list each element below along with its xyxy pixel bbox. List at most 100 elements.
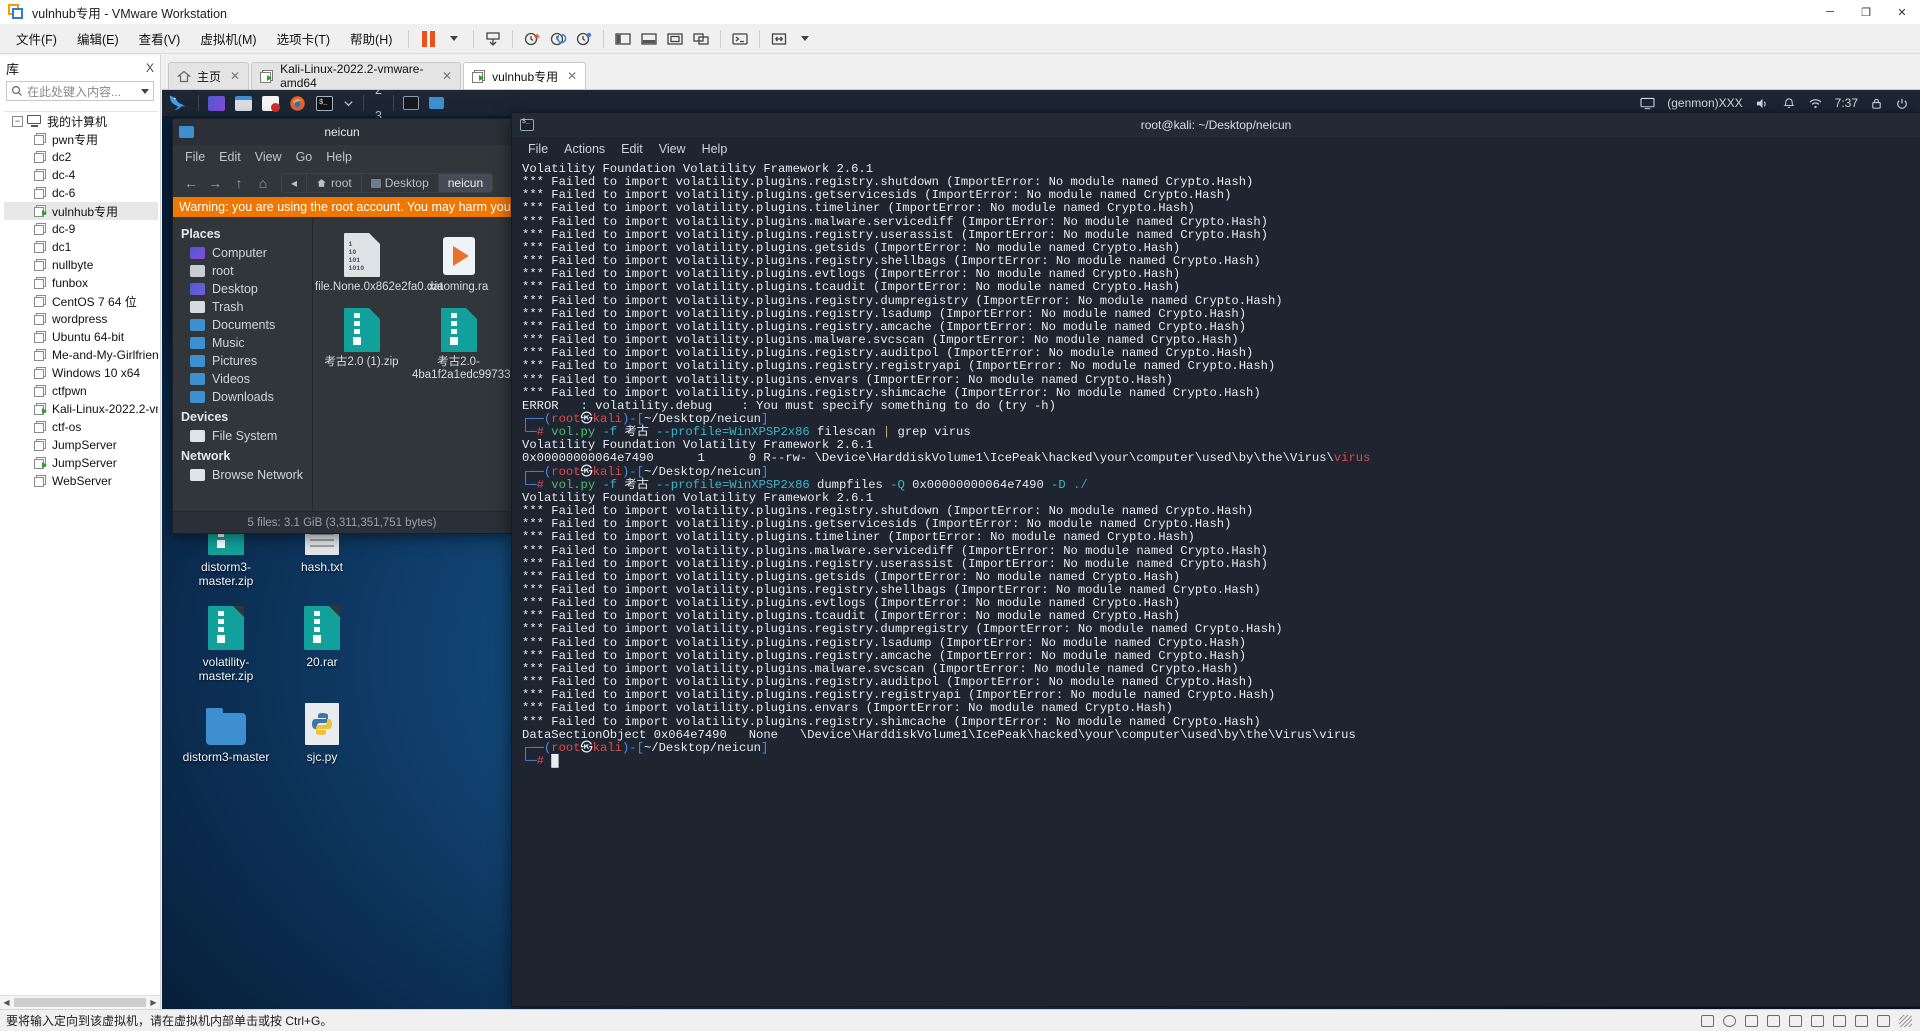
term-menu-edit[interactable]: Edit bbox=[621, 142, 643, 156]
terminal-output[interactable]: Volatility Foundation Volatility Framewo… bbox=[512, 161, 1920, 1006]
usb-icon[interactable] bbox=[1811, 1014, 1824, 1027]
stretch-caret-icon[interactable] bbox=[792, 28, 818, 50]
vm-tab[interactable]: vulnhub专用 ✕ bbox=[463, 62, 587, 89]
library-vm-item[interactable]: Me-and-My-Girlfriend bbox=[4, 346, 158, 364]
snapshot-take-icon[interactable] bbox=[519, 28, 545, 50]
forward-icon[interactable]: → bbox=[205, 175, 225, 191]
unity-icon[interactable] bbox=[688, 28, 714, 50]
file-list[interactable]: 1 10 101 1010 file.None.0x862e2fa0.dat xia… bbox=[313, 217, 511, 511]
vm-tab[interactable]: 主页 ✕ bbox=[168, 62, 250, 89]
file-item[interactable]: xiaoming.ra bbox=[410, 225, 507, 300]
library-vm-item[interactable]: JumpServer bbox=[4, 436, 158, 454]
tree-expander-icon[interactable]: − bbox=[12, 115, 23, 127]
stretch-icon[interactable] bbox=[766, 28, 792, 50]
library-close-button[interactable]: X bbox=[146, 61, 154, 75]
file-manager-navbar[interactable]: ← → ↑ ⌂ ◂ root Desktop neicun bbox=[173, 169, 511, 197]
statusbar-device-icons[interactable] bbox=[1701, 1014, 1920, 1027]
usb2-icon[interactable] bbox=[1833, 1014, 1846, 1027]
resize-handle-icon[interactable] bbox=[1899, 1014, 1912, 1027]
file-item[interactable]: 考古2.0-4ba1f2a1edc99733583b600779.7z bbox=[410, 300, 511, 388]
file-item[interactable]: 1 10 101 1010 file.None.0x862e2fa0.dat bbox=[313, 225, 443, 300]
library-vm-item[interactable]: dc-6 bbox=[4, 184, 158, 202]
breadcrumb-item[interactable]: ◂ bbox=[282, 174, 308, 192]
menu-edit[interactable]: 编辑(E) bbox=[67, 25, 129, 52]
file-manager-titlebar[interactable]: neicun bbox=[173, 119, 511, 145]
menu-tabs[interactable]: 选项卡(T) bbox=[267, 25, 340, 52]
close-button[interactable]: ✕ bbox=[1884, 0, 1920, 24]
places-item[interactable]: Desktop bbox=[181, 280, 312, 298]
library-search-box[interactable]: 在此处键入内容... bbox=[6, 81, 154, 101]
library-vm-item[interactable]: wordpress bbox=[4, 310, 158, 328]
file-item[interactable]: 考古2.0 (1).zip bbox=[313, 300, 410, 388]
library-vm-item[interactable]: vulnhub专用 bbox=[4, 202, 158, 220]
library-tree[interactable]: − 我的计算机 pwn专用 dc2 dc-4 dc-6 vulnhub专用 dc-9 dc1… bbox=[4, 111, 158, 989]
library-vm-item[interactable]: pwn专用 bbox=[4, 130, 158, 148]
places-item[interactable]: Browse Network bbox=[181, 466, 312, 484]
term-menu-file[interactable]: File bbox=[528, 142, 548, 156]
desktop-icon[interactable]: 20.rar bbox=[274, 600, 370, 669]
devices-list[interactable]: File System bbox=[181, 427, 312, 445]
display-status-icon[interactable] bbox=[1855, 1014, 1868, 1027]
vm-screen[interactable]: $_ 1234 (genmon)XXX 7 bbox=[162, 90, 1920, 1009]
places-item[interactable]: File System bbox=[181, 427, 312, 445]
library-vm-item[interactable]: Ubuntu 64-bit bbox=[4, 328, 158, 346]
pause-icon[interactable] bbox=[415, 28, 441, 50]
menu-vm[interactable]: 虚拟机(M) bbox=[190, 25, 266, 52]
desktop-icon[interactable]: volatility-master.zip bbox=[178, 600, 274, 684]
library-vm-item[interactable]: dc2 bbox=[4, 148, 158, 166]
places-item[interactable]: Documents bbox=[181, 316, 312, 334]
fm-menu-view[interactable]: View bbox=[255, 150, 282, 164]
firefox-launcher-icon[interactable] bbox=[284, 90, 311, 116]
term-menu-view[interactable]: View bbox=[659, 142, 686, 156]
genmon-label[interactable]: (genmon)XXX bbox=[1662, 96, 1747, 110]
dropdown-caret-icon[interactable] bbox=[441, 28, 467, 50]
menu-file[interactable]: 文件(F) bbox=[6, 25, 67, 52]
library-vm-item[interactable]: Windows 10 x64 bbox=[4, 364, 158, 382]
show-bottom-pane-icon[interactable] bbox=[636, 28, 662, 50]
menu-view[interactable]: 查看(V) bbox=[129, 25, 191, 52]
library-vm-item[interactable]: dc1 bbox=[4, 238, 158, 256]
places-item[interactable]: Pictures bbox=[181, 352, 312, 370]
fm-menu-go[interactable]: Go bbox=[296, 150, 313, 164]
menubar[interactable]: 文件(F) 编辑(E) 查看(V) 虚拟机(M) 选项卡(T) 帮助(H) bbox=[0, 24, 1920, 54]
text-editor-launcher-icon[interactable] bbox=[257, 90, 284, 116]
scroll-right-icon[interactable]: ▶ bbox=[147, 998, 160, 1007]
breadcrumb-item[interactable]: Desktop bbox=[362, 174, 439, 192]
library-vm-item[interactable]: dc-9 bbox=[4, 220, 158, 238]
terminal-launcher-icon[interactable] bbox=[203, 90, 230, 116]
desktop-icon[interactable]: distorm3-master bbox=[178, 695, 274, 764]
file-manager-window[interactable]: neicun File Edit View Go Help ← → ↑ ⌂ ◂ r… bbox=[172, 118, 512, 534]
places-item[interactable]: Downloads bbox=[181, 388, 312, 406]
scroll-thumb[interactable] bbox=[14, 998, 146, 1007]
fullscreen-icon[interactable] bbox=[662, 28, 688, 50]
window-controls[interactable]: ─ ❐ ✕ bbox=[1812, 0, 1920, 24]
terminal-window[interactable]: root@kali: ~/Desktop/neicun File Actions… bbox=[511, 112, 1920, 1007]
breadcrumb-item[interactable]: root bbox=[307, 174, 362, 192]
library-horizontal-scrollbar[interactable]: ◀ ▶ bbox=[0, 995, 160, 1009]
network-list[interactable]: Browse Network bbox=[181, 466, 312, 484]
vm-tab[interactable]: Kali-Linux-2022.2-vmware-amd64 ✕ bbox=[251, 62, 462, 90]
files-launcher-icon[interactable] bbox=[230, 90, 257, 116]
close-icon[interactable]: ✕ bbox=[230, 69, 240, 83]
library-vm-item[interactable]: JumpServer bbox=[4, 454, 158, 472]
library-vm-list[interactable]: pwn专用 dc2 dc-4 dc-6 vulnhub专用 dc-9 dc1 nullbyte… bbox=[4, 130, 158, 490]
menu-help[interactable]: 帮助(H) bbox=[340, 25, 402, 52]
home-icon[interactable]: ⌂ bbox=[253, 175, 273, 191]
library-vm-item[interactable]: Kali-Linux-2022.2-vmware-amd64 bbox=[4, 400, 158, 418]
terminal-dropdown-launcher-icon[interactable]: $_ bbox=[311, 90, 338, 116]
network-status-icon[interactable] bbox=[1745, 1014, 1758, 1027]
places-item[interactable]: Computer bbox=[181, 244, 312, 262]
places-list[interactable]: Computer root Desktop Trash Documents Music Pi… bbox=[181, 244, 312, 406]
workspace-button-2[interactable]: 2 bbox=[368, 90, 389, 103]
scroll-left-icon[interactable]: ◀ bbox=[0, 998, 13, 1007]
places-item[interactable]: Trash bbox=[181, 298, 312, 316]
tree-root-my-computer[interactable]: − 我的计算机 bbox=[4, 112, 158, 130]
chevron-down-icon[interactable] bbox=[141, 88, 149, 94]
console-icon[interactable] bbox=[727, 28, 753, 50]
vm-tabstrip[interactable]: 主页 ✕ Kali-Linux-2022.2-vmware-amd64 ✕ vulnhu… bbox=[162, 55, 1920, 90]
close-icon[interactable]: ✕ bbox=[442, 69, 452, 83]
back-icon[interactable]: ← bbox=[181, 175, 201, 191]
thunar-window-button[interactable] bbox=[424, 90, 449, 116]
library-vm-item[interactable]: funbox bbox=[4, 274, 158, 292]
terminal-menubar[interactable]: File Actions Edit View Help bbox=[512, 137, 1920, 161]
